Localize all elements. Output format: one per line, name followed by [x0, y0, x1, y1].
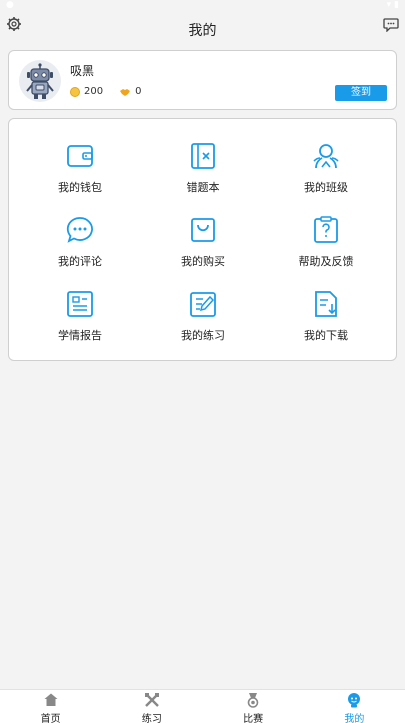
menu-item-label: 帮助及反馈 — [298, 255, 354, 268]
medal-icon — [247, 693, 259, 708]
nav-label: 首页 — [40, 714, 61, 723]
avatar[interactable] — [19, 60, 61, 102]
nav-item-contest[interactable]: 比赛 — [203, 690, 304, 723]
profile-icon — [348, 693, 361, 708]
wrong-book-icon — [191, 143, 215, 169]
menu-item-wallet[interactable]: 我的钱包 — [20, 141, 140, 201]
page-title: 我的 — [188, 23, 217, 39]
menu-item-comment[interactable]: 我的评论 — [20, 215, 140, 275]
practice-nav-icon — [144, 693, 159, 707]
status-icons: ▾ ▮ — [386, 0, 399, 10]
menu-item-practice[interactable]: 我的练习 — [143, 289, 263, 349]
profile-card[interactable]: 吸黑 200 0 签到 — [8, 50, 397, 110]
robot-avatar-icon — [26, 63, 54, 99]
nav-label: 我的 — [344, 714, 365, 723]
practice-icon — [190, 292, 216, 317]
top-bar: 我的 — [0, 10, 405, 46]
checkin-button[interactable]: 签到 — [335, 85, 387, 101]
menu-item-help[interactable]: 帮助及反馈 — [266, 215, 386, 275]
help-icon — [314, 216, 338, 243]
menu-item-label: 我的练习 — [181, 329, 225, 342]
username: 吸黑 — [70, 64, 95, 78]
menu-item-label: 学情报告 — [58, 329, 102, 342]
nav-item-home[interactable]: 首页 — [0, 690, 101, 723]
menu-item-label: 我的班级 — [304, 181, 348, 194]
nav-item-profile[interactable]: 我的 — [304, 690, 405, 723]
menu-item-label: 我的评论 — [58, 255, 102, 268]
like-count: 0 — [135, 86, 142, 97]
wallet-icon — [67, 145, 93, 167]
status-app-icon: ● — [6, 0, 14, 10]
menu-item-label: 我的下载 — [304, 329, 348, 342]
menu-item-wrong-book[interactable]: 错题本 — [143, 141, 263, 201]
menu-item-download[interactable]: 我的下载 — [266, 289, 386, 349]
coin-count: 200 — [84, 86, 104, 97]
profile-stats: 200 0 — [70, 86, 141, 97]
menu-item-label: 错题本 — [186, 181, 220, 194]
bottom-nav: 首页 练习 比赛 我的 — [0, 689, 405, 723]
menu-item-purchase[interactable]: 我的购买 — [143, 215, 263, 275]
download-icon — [315, 291, 337, 317]
class-icon — [313, 144, 339, 169]
nav-label: 比赛 — [243, 714, 264, 723]
message-icon[interactable] — [383, 16, 399, 32]
comment-icon — [66, 217, 93, 243]
menu-item-report[interactable]: 学情报告 — [20, 289, 140, 349]
handshake-icon — [120, 88, 131, 96]
nav-item-practice[interactable]: 练习 — [101, 690, 202, 723]
purchase-bag-icon — [191, 218, 215, 242]
home-icon — [44, 693, 58, 706]
menu-item-label: 我的钱包 — [58, 181, 102, 194]
menu-grid: 我的钱包 错题本 我的班级 我的评论 我的购买 帮助及反馈 学情报告 我的练习 … — [8, 118, 397, 361]
nav-label: 练习 — [141, 714, 162, 723]
coin-icon — [70, 86, 80, 97]
menu-item-label: 我的购买 — [181, 255, 225, 268]
report-icon — [67, 291, 93, 317]
menu-item-class[interactable]: 我的班级 — [266, 141, 386, 201]
